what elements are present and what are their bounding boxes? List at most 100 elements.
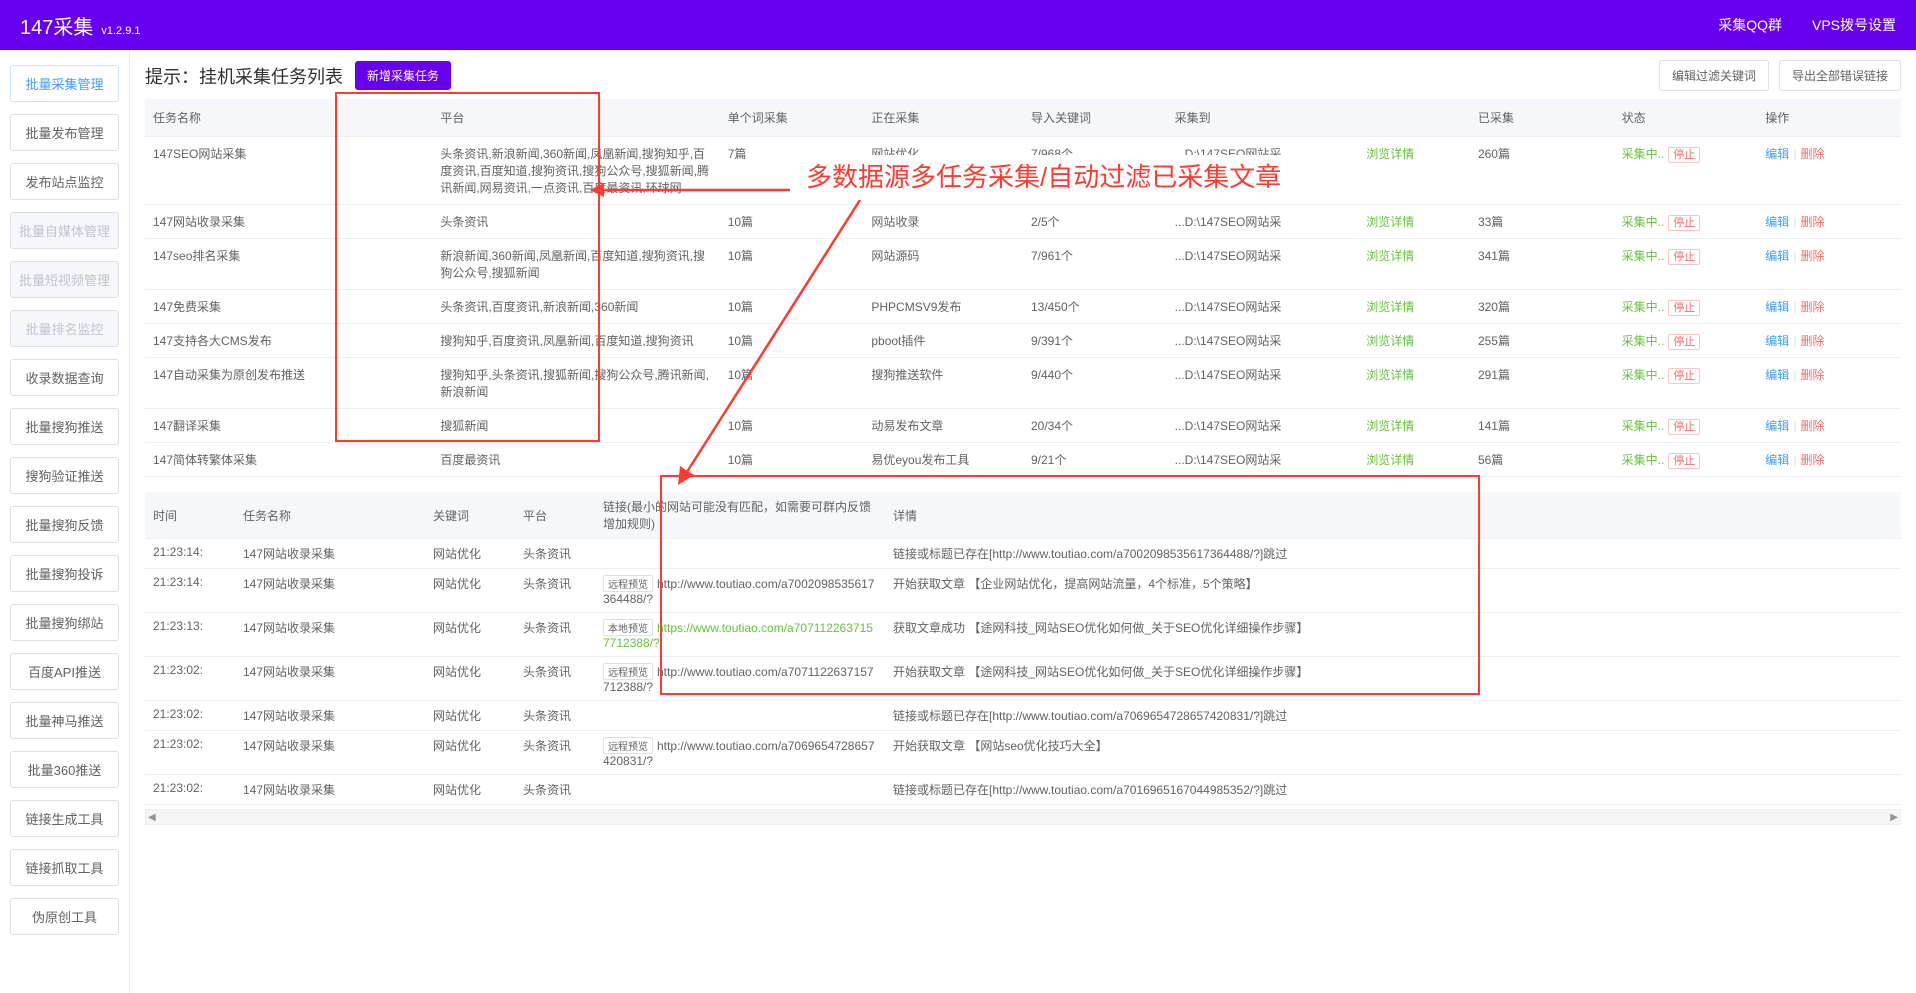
task-stop-button[interactable]: 停止	[1668, 368, 1700, 384]
task-platform: 搜狗知乎,百度资讯,凤凰新闻,百度知道,搜狗资讯	[432, 324, 719, 358]
task-row: 147网站收录采集头条资讯10篇网站收录2/5个...D:\147SEO网站采浏…	[145, 205, 1901, 239]
sidebar-item-15[interactable]: 链接生成工具	[10, 800, 119, 837]
sidebar-item-0[interactable]: 批量采集管理	[10, 65, 119, 102]
sidebar-item-13[interactable]: 批量神马推送	[10, 702, 119, 739]
log-link-cell: 本地预览https://www.toutiao.com/a70711226371…	[595, 613, 885, 657]
task-detail-link[interactable]: 浏览详情	[1366, 147, 1414, 161]
log-time: 21:23:13:	[145, 613, 235, 657]
sidebar-item-1[interactable]: 批量发布管理	[10, 114, 119, 151]
task-col-header: 状态	[1614, 99, 1758, 137]
task-stop-button[interactable]: 停止	[1668, 147, 1700, 163]
log-kw: 网站优化	[425, 701, 515, 731]
sidebar-item-10[interactable]: 批量搜狗投诉	[10, 555, 119, 592]
sidebar-item-9[interactable]: 批量搜狗反馈	[10, 506, 119, 543]
log-link-tag[interactable]: 本地预览	[603, 619, 653, 636]
filter-keywords-button[interactable]: 编辑过滤关键词	[1659, 60, 1769, 91]
sidebar-item-3: 批量自媒体管理	[10, 212, 119, 249]
task-done: 320篇	[1470, 290, 1614, 324]
log-task: 147网站收录采集	[235, 731, 425, 775]
task-stop-button[interactable]: 停止	[1668, 215, 1700, 231]
task-stop-button[interactable]: 停止	[1668, 334, 1700, 350]
app-version: v1.2.9.1	[101, 25, 140, 37]
task-delete-link[interactable]: 删除	[1800, 419, 1824, 433]
sidebar-item-6[interactable]: 收录数据查询	[10, 359, 119, 396]
log-plat: 头条资讯	[515, 657, 595, 701]
sidebar-item-7[interactable]: 批量搜狗推送	[10, 408, 119, 445]
sidebar-item-12[interactable]: 百度API推送	[10, 653, 119, 690]
sidebar-item-14[interactable]: 批量360推送	[10, 751, 119, 788]
page-title: 提示：挂机采集任务列表	[145, 63, 343, 89]
log-plat: 头条资讯	[515, 613, 595, 657]
task-col-header: 单个词采集	[720, 99, 864, 137]
task-delete-link[interactable]: 删除	[1800, 300, 1824, 314]
task-stop-button[interactable]: 停止	[1668, 453, 1700, 469]
task-dest: ...D:\147SEO网站采	[1167, 239, 1359, 290]
task-done: 33篇	[1470, 205, 1614, 239]
task-detail-link[interactable]: 浏览详情	[1366, 334, 1414, 348]
task-dest: ...D:\147SEO网站采	[1167, 290, 1359, 324]
horizontal-scrollbar[interactable]: ◀ ▶	[145, 809, 1901, 825]
log-detail: 开始获取文章 【途网科技_网站SEO优化如何做_关于SEO优化详细操作步骤】	[885, 657, 1901, 701]
task-delete-link[interactable]: 删除	[1800, 249, 1824, 263]
log-task: 147网站收录采集	[235, 569, 425, 613]
scroll-right-icon[interactable]: ▶	[1890, 812, 1898, 823]
log-row: 21:23:02:147网站收录采集网站优化头条资讯链接或标题已存在[http:…	[145, 701, 1901, 731]
task-detail-link[interactable]: 浏览详情	[1366, 419, 1414, 433]
log-time: 21:23:02:	[145, 731, 235, 775]
log-link-tag[interactable]: 远程预览	[603, 663, 653, 680]
task-detail-link[interactable]: 浏览详情	[1366, 249, 1414, 263]
task-done: 56篇	[1470, 443, 1614, 477]
task-kw: 9/391个	[1023, 324, 1167, 358]
sidebar-item-11[interactable]: 批量搜狗绑站	[10, 604, 119, 641]
log-link-cell: 远程预览http://www.toutiao.com/a706965472865…	[595, 731, 885, 775]
task-edit-link[interactable]: 编辑	[1765, 334, 1789, 348]
log-table: 时间任务名称关键词平台链接(最小的网站可能没有匹配，如需要可群内反馈增加规则)详…	[145, 492, 1901, 805]
task-stop-button[interactable]: 停止	[1668, 249, 1700, 265]
task-detail-link[interactable]: 浏览详情	[1366, 368, 1414, 382]
log-link-tag[interactable]: 远程预览	[603, 737, 653, 754]
log-col-header: 链接(最小的网站可能没有匹配，如需要可群内反馈增加规则)	[595, 492, 885, 539]
header-link-qq[interactable]: 采集QQ群	[1718, 15, 1782, 35]
sidebar-item-8[interactable]: 搜狗验证推送	[10, 457, 119, 494]
log-plat: 头条资讯	[515, 731, 595, 775]
sidebar-item-16[interactable]: 链接抓取工具	[10, 849, 119, 886]
log-detail: 链接或标题已存在[http://www.toutiao.com/a7016965…	[885, 775, 1901, 805]
log-plat: 头条资讯	[515, 701, 595, 731]
task-edit-link[interactable]: 编辑	[1765, 368, 1789, 382]
task-detail-link[interactable]: 浏览详情	[1366, 215, 1414, 229]
header-link-vps[interactable]: VPS拨号设置	[1812, 15, 1896, 35]
task-detail-link[interactable]: 浏览详情	[1366, 300, 1414, 314]
task-edit-link[interactable]: 编辑	[1765, 419, 1789, 433]
task-name: 147翻译采集	[145, 409, 432, 443]
task-col-header: 操作	[1757, 99, 1901, 137]
task-done: 255篇	[1470, 324, 1614, 358]
log-link-tag[interactable]: 远程预览	[603, 575, 653, 592]
task-name: 147seo排名采集	[145, 239, 432, 290]
task-edit-link[interactable]: 编辑	[1765, 300, 1789, 314]
task-delete-link[interactable]: 删除	[1800, 215, 1824, 229]
sidebar-item-17[interactable]: 伪原创工具	[10, 898, 119, 935]
task-edit-link[interactable]: 编辑	[1765, 453, 1789, 467]
add-task-button[interactable]: 新增采集任务	[355, 61, 451, 90]
task-delete-link[interactable]: 删除	[1800, 147, 1824, 161]
task-name: 147网站收录采集	[145, 205, 432, 239]
sidebar-item-2[interactable]: 发布站点监控	[10, 163, 119, 200]
task-stop-button[interactable]: 停止	[1668, 419, 1700, 435]
task-dest: ...D:\147SEO网站采	[1167, 205, 1359, 239]
task-detail-link[interactable]: 浏览详情	[1366, 453, 1414, 467]
export-errors-button[interactable]: 导出全部错误链接	[1779, 60, 1901, 91]
task-done: 341篇	[1470, 239, 1614, 290]
task-row: 147支持各大CMS发布搜狗知乎,百度资讯,凤凰新闻,百度知道,搜狗资讯10篇p…	[145, 324, 1901, 358]
task-edit-link[interactable]: 编辑	[1765, 215, 1789, 229]
log-row: 21:23:02:147网站收录采集网站优化头条资讯远程预览http://www…	[145, 731, 1901, 775]
task-delete-link[interactable]: 删除	[1800, 453, 1824, 467]
task-status: 采集中..	[1622, 368, 1665, 382]
task-edit-link[interactable]: 编辑	[1765, 249, 1789, 263]
log-link-cell	[595, 539, 885, 569]
task-delete-link[interactable]: 删除	[1800, 368, 1824, 382]
log-kw: 网站优化	[425, 657, 515, 701]
task-stop-button[interactable]: 停止	[1668, 300, 1700, 316]
task-edit-link[interactable]: 编辑	[1765, 147, 1789, 161]
scroll-left-icon[interactable]: ◀	[148, 812, 156, 823]
task-delete-link[interactable]: 删除	[1800, 334, 1824, 348]
